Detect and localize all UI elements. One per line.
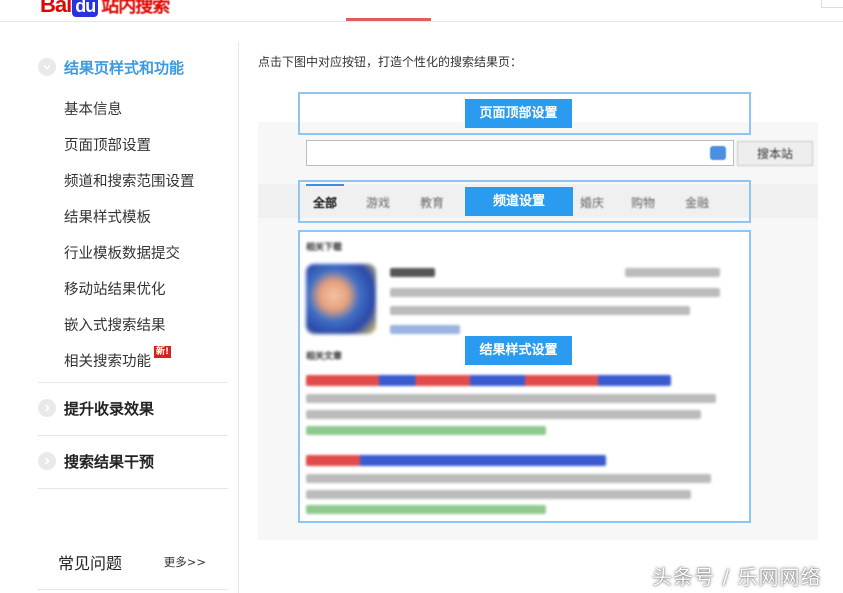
sidebar-item-label: 相关搜索功能 xyxy=(64,354,151,370)
sidebar-item-basic-info[interactable]: 基本信息 xyxy=(38,92,228,128)
sidebar-item-related-search[interactable]: 相关搜索功能 新! xyxy=(38,344,228,380)
logo-subtitle: 站内搜索 xyxy=(101,0,170,16)
faq-title: 常见问题 xyxy=(58,554,123,573)
section-title: 提升收录效果 xyxy=(64,399,155,418)
sidebar-item-industry-data[interactable]: 行业模板数据提交 xyxy=(38,236,228,272)
preview-search-button: 搜本站 xyxy=(737,141,813,166)
section-title: 搜索结果干预 xyxy=(64,452,155,471)
result-style-frame[interactable] xyxy=(298,230,751,523)
active-nav-indicator xyxy=(346,18,431,21)
chevron-right-icon xyxy=(38,399,56,417)
camera-icon xyxy=(710,146,726,160)
divider xyxy=(38,488,228,489)
sidebar: 结果页样式和功能 基本信息 页面顶部设置 频道和搜索范围设置 结果样式模板 行业… xyxy=(38,42,228,590)
logo-paw: du xyxy=(72,0,99,17)
new-badge: 新! xyxy=(154,346,172,358)
faq-more-link[interactable]: 更多>> xyxy=(164,554,206,570)
logo-text: Bai xyxy=(40,0,72,17)
sidebar-item-mobile-optimize[interactable]: 移动站结果优化 xyxy=(38,272,228,308)
sidebar-item-embedded-results[interactable]: 嵌入式搜索结果 xyxy=(38,308,228,344)
header-corner-box xyxy=(821,0,843,8)
sidebar-item-header-settings[interactable]: 页面顶部设置 xyxy=(38,128,228,164)
section-title: 结果页样式和功能 xyxy=(64,58,185,77)
baidu-logo[interactable]: Bai du 站内搜索 xyxy=(40,0,170,18)
sidebar-divider xyxy=(238,42,239,593)
channel-settings-button[interactable]: 频道设置 xyxy=(465,187,573,216)
sidebar-item-channel-scope[interactable]: 频道和搜索范围设置 xyxy=(38,164,228,200)
chevron-right-icon xyxy=(38,452,56,470)
watermark: 头条号 / 乐网网络 xyxy=(652,565,822,589)
chevron-down-icon xyxy=(38,58,56,76)
intro-text: 点击下图中对应按钮，打造个性化的搜索结果页： xyxy=(258,55,523,69)
section-result-intervention[interactable]: 搜索结果干预 xyxy=(38,436,228,486)
header-settings-button[interactable]: 页面顶部设置 xyxy=(465,99,572,128)
preview-search-input xyxy=(306,140,734,166)
divider xyxy=(38,589,228,590)
sidebar-item-result-template[interactable]: 结果样式模板 xyxy=(38,200,228,236)
result-style-settings-button[interactable]: 结果样式设置 xyxy=(465,336,572,365)
section-improve-indexing[interactable]: 提升收录效果 xyxy=(38,383,228,433)
top-header: Bai du 站内搜索 xyxy=(0,0,843,22)
section-result-page-style[interactable]: 结果页样式和功能 xyxy=(38,42,228,92)
faq-row: 常见问题 更多>> xyxy=(38,537,228,587)
